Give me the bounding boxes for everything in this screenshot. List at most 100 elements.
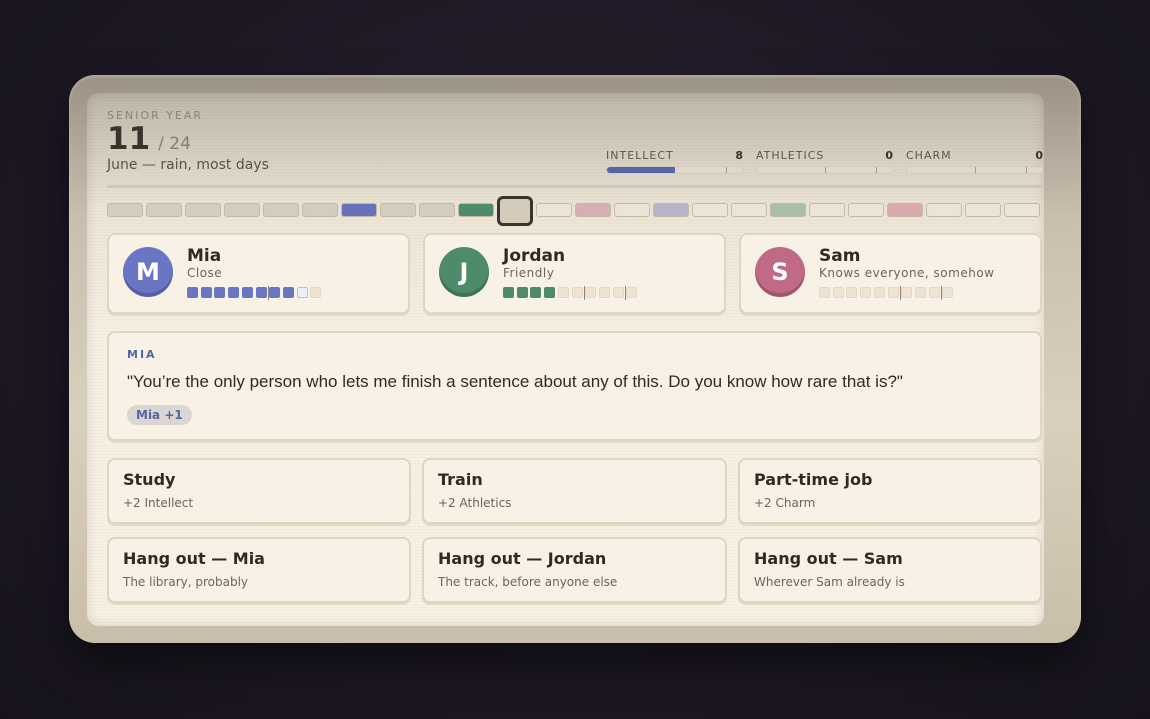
day-counter: 11 / 24	[107, 121, 191, 157]
stat-charm: CHARM 0	[906, 149, 1044, 174]
action-description: The library, probably	[123, 575, 249, 589]
action-title: Hang out — Sam	[754, 549, 903, 568]
affinity-pip	[928, 287, 940, 298]
day-slot	[965, 203, 1001, 217]
affinity-pip	[241, 287, 253, 298]
day-slot	[614, 203, 650, 217]
affinity-pip	[296, 287, 308, 298]
affinity-pip	[516, 287, 528, 298]
affinity-pip	[626, 287, 638, 298]
person-card-jordan[interactable]: J Jordan Friendly	[423, 233, 726, 314]
action-title: Hang out — Jordan	[438, 549, 607, 568]
stat-value: 0	[1035, 149, 1044, 162]
day-slot	[731, 203, 767, 217]
affinity-threshold-mark	[583, 286, 585, 300]
affinity-change-badge: Mia +1	[127, 405, 192, 425]
game-screen: SENIOR YEAR 11 / 24 June — rain, most da…	[87, 93, 1044, 626]
affinity-pip	[214, 287, 226, 298]
stat-bar	[606, 166, 744, 174]
avatar: M	[123, 247, 173, 297]
current-day: 11	[107, 121, 151, 157]
day-timeline	[107, 196, 1043, 226]
stat-fill	[607, 167, 675, 173]
day-slot	[536, 203, 572, 217]
day-slot	[107, 203, 143, 217]
affinity-threshold-mark	[940, 286, 942, 300]
action-effect: +2 Athletics	[438, 496, 512, 510]
action-study-button[interactable]: Study +2 Intellect	[107, 458, 411, 524]
relationship-status: Friendly	[503, 266, 555, 280]
affinity-pip	[612, 287, 624, 298]
day-slot	[575, 203, 611, 217]
day-slot	[458, 203, 494, 217]
action-title: Part-time job	[754, 470, 873, 489]
day-slot	[146, 203, 182, 217]
action-title: Hang out — Mia	[123, 549, 265, 568]
action-hang-out-jordan-button[interactable]: Hang out — Jordan The track, before anyo…	[422, 537, 727, 603]
affinity-pip	[530, 287, 542, 298]
action-title: Train	[438, 470, 483, 489]
avatar: S	[755, 247, 805, 297]
action-hang-out-mia-button[interactable]: Hang out — Mia The library, probably	[107, 537, 411, 603]
stat-value: 8	[735, 149, 744, 162]
header-divider	[107, 185, 1043, 188]
day-slot	[185, 203, 221, 217]
person-card-sam[interactable]: S Sam Knows everyone, somehow	[739, 233, 1042, 314]
affinity-pip	[819, 287, 830, 298]
affinity-pip	[282, 287, 294, 298]
person-card-mia[interactable]: M Mia Close	[107, 233, 410, 314]
stat-intellect: INTELLECT 8	[606, 149, 744, 174]
affinity-pip	[310, 287, 322, 298]
affinity-pip	[598, 287, 610, 298]
affinity-threshold-mark	[624, 286, 626, 300]
action-effect: +2 Charm	[754, 496, 816, 510]
affinity-pip	[873, 287, 885, 298]
affinity-pip	[228, 287, 240, 298]
avatar: J	[439, 247, 489, 297]
affinity-pip	[503, 287, 514, 298]
affinity-pip	[942, 287, 954, 298]
day-slot	[770, 203, 806, 217]
stat-bar	[756, 166, 894, 174]
day-slot	[224, 203, 260, 217]
action-description: The track, before anyone else	[438, 575, 618, 589]
affinity-pip	[846, 287, 858, 298]
affinity-pip	[544, 287, 556, 298]
action-description: Wherever Sam already is	[754, 575, 905, 589]
affinity-pip	[914, 287, 926, 298]
action-hang-out-sam-button[interactable]: Hang out — Sam Wherever Sam already is	[738, 537, 1042, 603]
affinity-pip	[860, 287, 872, 298]
person-name: Mia	[187, 246, 222, 266]
affinity-threshold-mark	[899, 286, 901, 300]
day-slot	[419, 203, 455, 217]
action-title: Study	[123, 470, 176, 489]
action-part-time-job-button[interactable]: Part-time job +2 Charm	[738, 458, 1042, 524]
dialog-box: MIA "You’re the only person who lets me …	[107, 331, 1042, 441]
affinity-pip	[832, 287, 844, 298]
action-train-button[interactable]: Train +2 Athletics	[422, 458, 727, 524]
person-name: Jordan	[503, 246, 566, 266]
day-slot	[848, 203, 884, 217]
day-slot	[926, 203, 962, 217]
stat-label: CHARM	[906, 149, 952, 162]
affinity-pip	[901, 287, 913, 298]
day-slot	[692, 203, 728, 217]
device-frame: SENIOR YEAR 11 / 24 June — rain, most da…	[69, 75, 1081, 643]
day-slot	[653, 203, 689, 217]
affinity-pip	[269, 287, 281, 298]
action-effect: +2 Intellect	[123, 496, 194, 510]
stat-bar	[906, 166, 1044, 174]
day-slot	[1004, 203, 1040, 217]
affinity-pip	[255, 287, 267, 298]
relationship-status: Knows everyone, somehow	[819, 266, 995, 280]
day-slot-current	[497, 196, 533, 226]
day-slot	[380, 203, 416, 217]
affinity-threshold-mark	[267, 286, 269, 300]
stat-label: INTELLECT	[606, 149, 674, 162]
dialog-line: "You’re the only person who lets me fini…	[127, 372, 903, 391]
total-days: / 24	[158, 134, 191, 154]
affinity-pip	[887, 287, 899, 298]
relationship-status: Close	[187, 266, 223, 280]
stat-label: ATHLETICS	[756, 149, 825, 162]
affinity-pip	[200, 287, 212, 298]
